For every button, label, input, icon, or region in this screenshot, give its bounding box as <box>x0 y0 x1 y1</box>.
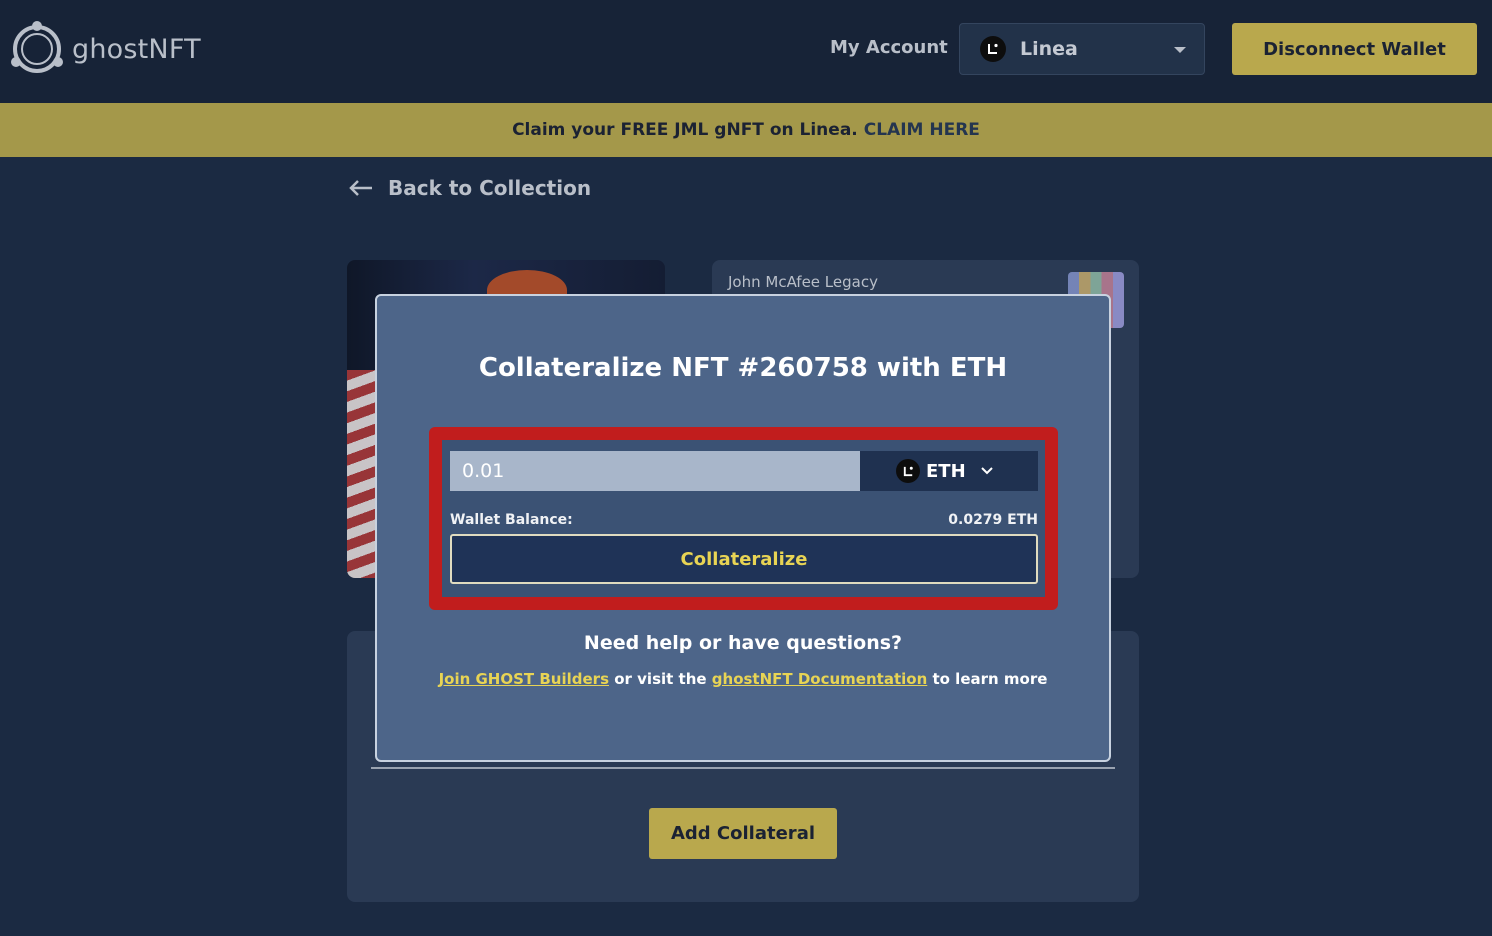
caret-down-icon <box>1174 47 1186 53</box>
disconnect-wallet-button[interactable]: Disconnect Wallet <box>1232 23 1477 75</box>
wallet-balance-label: Wallet Balance: <box>450 512 573 528</box>
collateralize-button[interactable]: Collateralize <box>450 534 1038 584</box>
wallet-balance-value: 0.0279 ETH <box>948 512 1038 528</box>
collection-name[interactable]: John McAfee Legacy <box>728 273 878 291</box>
amount-input[interactable] <box>450 451 860 491</box>
banner-text: Claim your FREE JML gNFT on Linea. <box>512 120 858 140</box>
back-label: Back to Collection <box>388 176 592 200</box>
collateral-form-highlight: ETH Wallet Balance: 0.0279 ETH Collatera… <box>429 427 1058 610</box>
chevron-down-icon <box>980 467 993 475</box>
promo-banner: Claim your FREE JML gNFT on Linea. CLAIM… <box>0 103 1492 157</box>
token-label: ETH <box>926 460 966 482</box>
add-collateral-button[interactable]: Add Collateral <box>649 808 837 859</box>
help-text-part: to learn more <box>927 670 1048 688</box>
logo[interactable]: ghostNFT <box>8 20 201 78</box>
my-account-link[interactable]: My Account <box>830 37 948 58</box>
join-ghost-builders-link[interactable]: Join GHOST Builders <box>439 670 609 688</box>
logo-text: ghostNFT <box>72 33 201 65</box>
ghostnft-logo-icon <box>11 21 63 73</box>
help-title: Need help or have questions? <box>583 632 903 654</box>
claim-here-link[interactable]: CLAIM HERE <box>864 120 980 140</box>
linea-icon <box>896 459 920 483</box>
help-text: Join GHOST Builders or visit the ghostNF… <box>377 670 1109 688</box>
documentation-link[interactable]: ghostNFT Documentation <box>712 670 927 688</box>
back-to-collection-link[interactable]: Back to Collection <box>348 176 591 200</box>
arrow-left-icon <box>349 180 372 196</box>
network-select[interactable]: Linea <box>959 23 1205 75</box>
top-header: ghostNFT My Account Linea Disconnect Wal… <box>0 0 1492 103</box>
network-label: Linea <box>1020 38 1078 60</box>
token-select[interactable]: ETH <box>860 451 1038 491</box>
collateralize-modal: Collateralize NFT #260758 with ETH ETH W… <box>375 294 1111 762</box>
linea-icon <box>980 36 1006 62</box>
modal-title: Collateralize NFT #260758 with ETH <box>478 353 1008 383</box>
help-text-part: or visit the <box>609 670 712 688</box>
divider <box>371 767 1115 769</box>
